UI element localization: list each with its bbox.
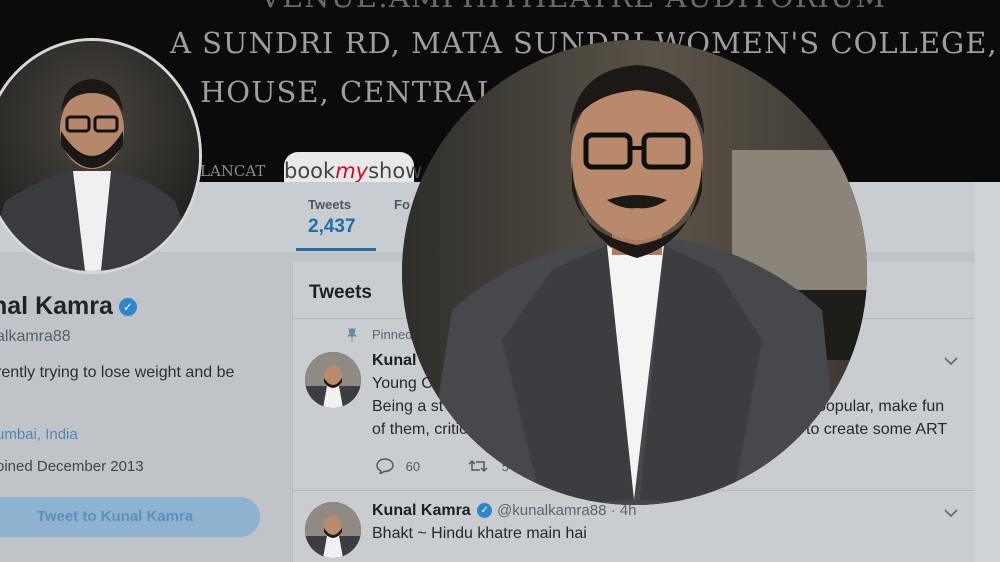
pin-icon <box>346 328 358 345</box>
verified-badge-icon: ✓ <box>477 503 493 519</box>
retweet-icon <box>468 459 492 477</box>
profile-name: nal Kamra ✓ <box>0 292 137 321</box>
tweet-author-name-text: Kunal Kamra <box>372 502 471 519</box>
bms-suffix: show <box>368 159 423 182</box>
banner-small-text: LANCAT <box>200 162 266 180</box>
profile-handle[interactable]: alkamra88 <box>0 328 71 346</box>
tweet-author-handle[interactable]: @kunalkamra88 · 4h <box>497 502 636 519</box>
stat-tweets-value: 2,437 <box>308 216 356 237</box>
tweet-avatar[interactable] <box>305 502 361 558</box>
bms-mid: my <box>335 159 369 182</box>
bookmyshow-logo: bookmyshow <box>284 152 422 182</box>
chevron-down-icon[interactable] <box>944 506 958 521</box>
verified-badge-icon: ✓ <box>118 298 137 317</box>
bms-prefix: book <box>284 159 336 182</box>
active-tab-indicator <box>296 248 376 251</box>
profile-name-text: nal Kamra <box>0 292 113 320</box>
reply-button[interactable]: 60 <box>376 458 420 477</box>
chevron-down-icon[interactable] <box>944 354 958 369</box>
reply-count: 60 <box>405 459 421 474</box>
profile-bio: rently trying to lose weight and be <box>0 364 235 381</box>
timeline-title: Tweets <box>309 282 373 303</box>
tweet-text-line3-left: of them, critic <box>372 421 468 438</box>
pinned-label: Pinned <box>372 327 413 342</box>
tweet-author-name[interactable]: Kunal Kamra ✓ <box>372 502 493 520</box>
profile-location[interactable]: umbai, India <box>0 426 78 443</box>
stat-tweets-label: Tweets <box>308 197 352 212</box>
tweet-text-line2-right: popular, make fun <box>817 398 945 415</box>
profile-photo-enlarged <box>402 40 867 505</box>
stat-following-label: Fo <box>394 197 410 212</box>
tweet-text-line3-right: to create some ART <box>806 421 948 438</box>
tweet-text-line2-left: Being a st <box>372 398 444 415</box>
profile-joined-date: oined December 2013 <box>0 458 144 475</box>
tweet-text-line1: Young C <box>372 375 433 392</box>
right-edge-panel <box>975 182 1000 562</box>
reply-icon <box>376 458 398 477</box>
tweet-text: Bhakt ~ Hindu khatre main hai <box>372 525 587 542</box>
tweet-to-button[interactable]: Tweet to Kunal Kamra <box>0 497 260 537</box>
stat-following[interactable]: Fo <box>394 197 410 212</box>
stat-tweets[interactable]: Tweets 2,437 <box>308 197 356 238</box>
tweet-author-name[interactable]: Kunal <box>372 352 416 370</box>
banner-text-line1: VENUE:AMPHITHEATRE AUDITORIUM <box>260 0 886 14</box>
tweet-avatar[interactable] <box>305 352 361 408</box>
